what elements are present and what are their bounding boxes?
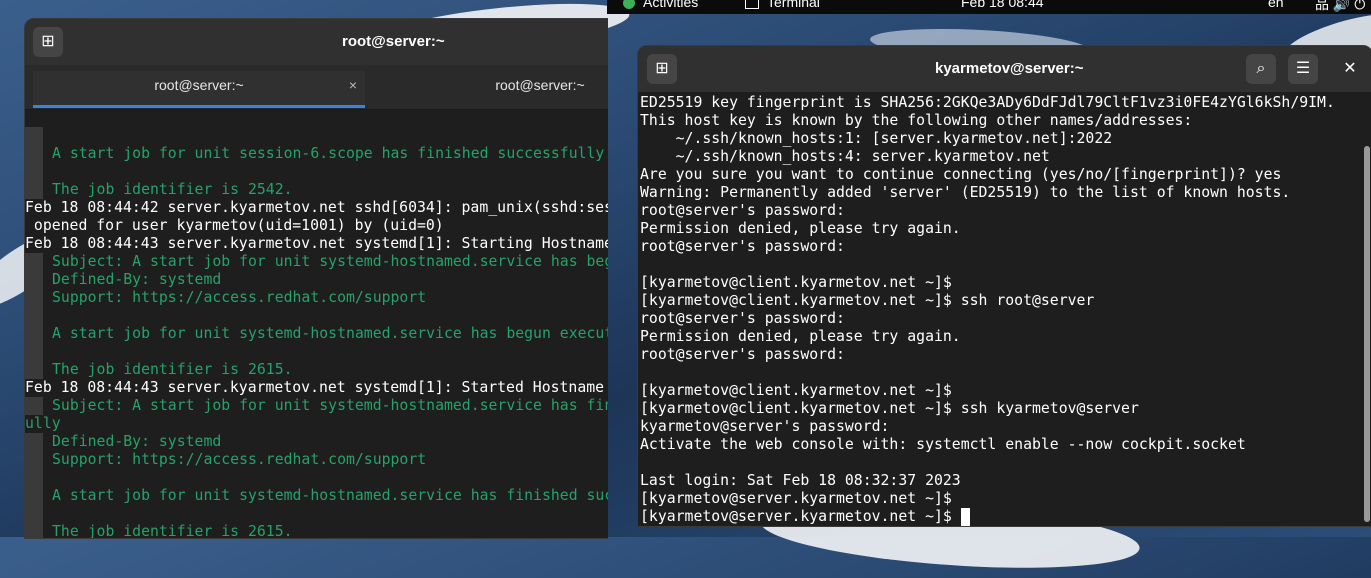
- terminal-line: root@server's password:: [640, 346, 845, 363]
- terminal-line: [25, 127, 608, 145]
- terminal-icon: [745, 0, 759, 10]
- terminal-line: root@server's password:: [640, 238, 845, 255]
- terminal-output[interactable]: ED25519 key fingerprint is SHA256:2GKQe3…: [640, 94, 1371, 526]
- hamburger-icon: ☰: [1295, 60, 1311, 77]
- terminal-line: Subject: A start job for unit systemd-ho…: [25, 253, 608, 271]
- terminal-line: ~/.ssh/known_hosts:4: server.kyarmetov.n…: [640, 148, 1050, 165]
- terminal-line: [25, 469, 608, 487]
- terminal-line: [kyarmetov@client.kyarmetov.net ~]$: [640, 382, 952, 399]
- journal-marker: [25, 505, 43, 523]
- new-tab-icon: ⊞: [655, 60, 669, 77]
- terminal-line: kyarmetov@server's password:: [640, 418, 890, 435]
- terminal-line: opened for user kyarmetov(uid=1001) by (…: [25, 217, 444, 234]
- close-icon: ✕: [1343, 60, 1357, 77]
- journal-marker: [25, 181, 43, 199]
- journal-marker: [25, 451, 43, 469]
- window-title: kyarmetov@server:~: [935, 60, 1084, 77]
- terminal-line: [kyarmetov@server.kyarmetov.net ~]$: [640, 490, 952, 507]
- journal-marker: [25, 469, 43, 487]
- system-menu[interactable]: 品 🔊 ⏻: [1315, 0, 1365, 14]
- terminal-line: Permission denied, please try again.: [640, 328, 961, 345]
- top-bar: Activities Terminal Feb 18 08:44 en 品 🔊 …: [607, 0, 1371, 14]
- terminal-line: [kyarmetov@server.kyarmetov.net ~]$: [640, 508, 1371, 526]
- terminal-line: Feb 18 08:44:43 server.kyarmetov.net sys…: [25, 235, 608, 252]
- journal-marker: [25, 253, 43, 271]
- activities-button[interactable]: Activities: [623, 0, 698, 10]
- window-header: ⊞ kyarmetov@server:~ ⌕ ☰ ✕: [638, 46, 1371, 92]
- terminal-line: [25, 163, 608, 181]
- menu-button[interactable]: ☰: [1288, 54, 1318, 84]
- close-icon[interactable]: ×: [349, 71, 357, 99]
- journal-marker: [25, 145, 43, 163]
- terminal-line: Support: https://access.redhat.com/suppo…: [25, 289, 608, 307]
- terminal-output[interactable]: A start job for unit session-6.scope has…: [25, 127, 608, 538]
- new-tab-button[interactable]: ⊞: [33, 27, 63, 57]
- terminal-line: Feb 18 08:44:43 server.kyarmetov.net sys…: [25, 379, 605, 396]
- terminal-line: A start job for unit systemd-hostnamed.s…: [25, 487, 608, 505]
- journal-marker: [25, 361, 43, 379]
- terminal-line: ully: [25, 415, 61, 432]
- new-tab-button[interactable]: ⊞: [647, 54, 677, 84]
- terminal-line: Subject: A start job for unit systemd-ho…: [25, 397, 608, 415]
- window-header: ⊞ root@server:~: [25, 19, 608, 65]
- terminal-line: Activate the web console with: systemctl…: [640, 436, 1246, 453]
- terminal-line: Warning: Permanently added 'server' (ED2…: [640, 184, 1291, 201]
- terminal-line: A start job for unit systemd-hostnamed.s…: [25, 325, 608, 343]
- terminal-line: The job identifier is 2615.: [25, 361, 608, 379]
- text-cursor: [960, 508, 970, 526]
- terminal-line: [kyarmetov@client.kyarmetov.net ~]$ ssh …: [640, 292, 1095, 309]
- scrollbar[interactable]: [1364, 146, 1370, 522]
- terminal-line: Support: https://access.redhat.com/suppo…: [25, 451, 608, 469]
- terminal-line: Last login: Sat Feb 18 08:32:37 2023: [640, 472, 961, 489]
- tab-root-1[interactable]: root@server:~ ×: [33, 71, 365, 108]
- terminal-window-root: ⊞ root@server:~ root@server:~ × root@ser…: [24, 18, 608, 539]
- terminal-line: This host key is known by the following …: [640, 112, 1193, 129]
- terminal-line: ED25519 key fingerprint is SHA256:2GKQe3…: [640, 94, 1335, 111]
- terminal-line: root@server's password:: [640, 310, 845, 327]
- journal-marker: [25, 307, 43, 325]
- tab-bar: root@server:~ × root@server:~: [25, 65, 608, 110]
- close-window-button[interactable]: ✕: [1335, 54, 1365, 84]
- search-button[interactable]: ⌕: [1246, 54, 1276, 84]
- keyboard-layout[interactable]: en: [1268, 0, 1284, 10]
- journal-marker: [25, 343, 43, 361]
- terminal-line: The job identifier is 2542.: [25, 181, 608, 199]
- terminal-line: [25, 343, 608, 361]
- terminal-line: [kyarmetov@client.kyarmetov.net ~]$ ssh …: [640, 400, 1139, 417]
- terminal-line: [25, 505, 608, 523]
- journal-marker: [25, 433, 43, 451]
- terminal-line: [kyarmetov@client.kyarmetov.net ~]$: [640, 274, 952, 291]
- tab-root-2[interactable]: root@server:~: [370, 71, 608, 105]
- search-icon: ⌕: [1256, 60, 1266, 77]
- journal-marker: [25, 289, 43, 307]
- terminal-line: A start job for unit session-6.scope has…: [25, 145, 608, 163]
- new-tab-icon: ⊞: [41, 33, 55, 50]
- journal-marker: [25, 127, 43, 145]
- app-menu[interactable]: Terminal: [745, 0, 820, 10]
- terminal-line: Are you sure you want to continue connec…: [640, 166, 1282, 183]
- terminal-line: Defined-By: systemd: [25, 271, 608, 289]
- journal-marker: [25, 487, 43, 505]
- journal-marker: [25, 271, 43, 289]
- window-title: root@server:~: [342, 33, 445, 50]
- terminal-line: Permission denied, please try again.: [640, 220, 961, 237]
- terminal-window-kyarmetov: ⊞ kyarmetov@server:~ ⌕ ☰ ✕ ED25519 key f…: [637, 45, 1371, 527]
- terminal-line: ~/.ssh/known_hosts:1: [server.kyarmetov.…: [640, 130, 1113, 147]
- journal-marker: [25, 397, 43, 415]
- terminal-line: Defined-By: systemd: [25, 433, 608, 451]
- activities-icon: [623, 0, 635, 10]
- terminal-line: [25, 307, 608, 325]
- terminal-line: root@server's password:: [640, 202, 845, 219]
- journal-marker: [25, 325, 43, 343]
- journal-marker: [25, 163, 43, 181]
- clock[interactable]: Feb 18 08:44: [961, 0, 1044, 10]
- terminal-line: Feb 18 08:44:42 server.kyarmetov.net ssh…: [25, 199, 608, 216]
